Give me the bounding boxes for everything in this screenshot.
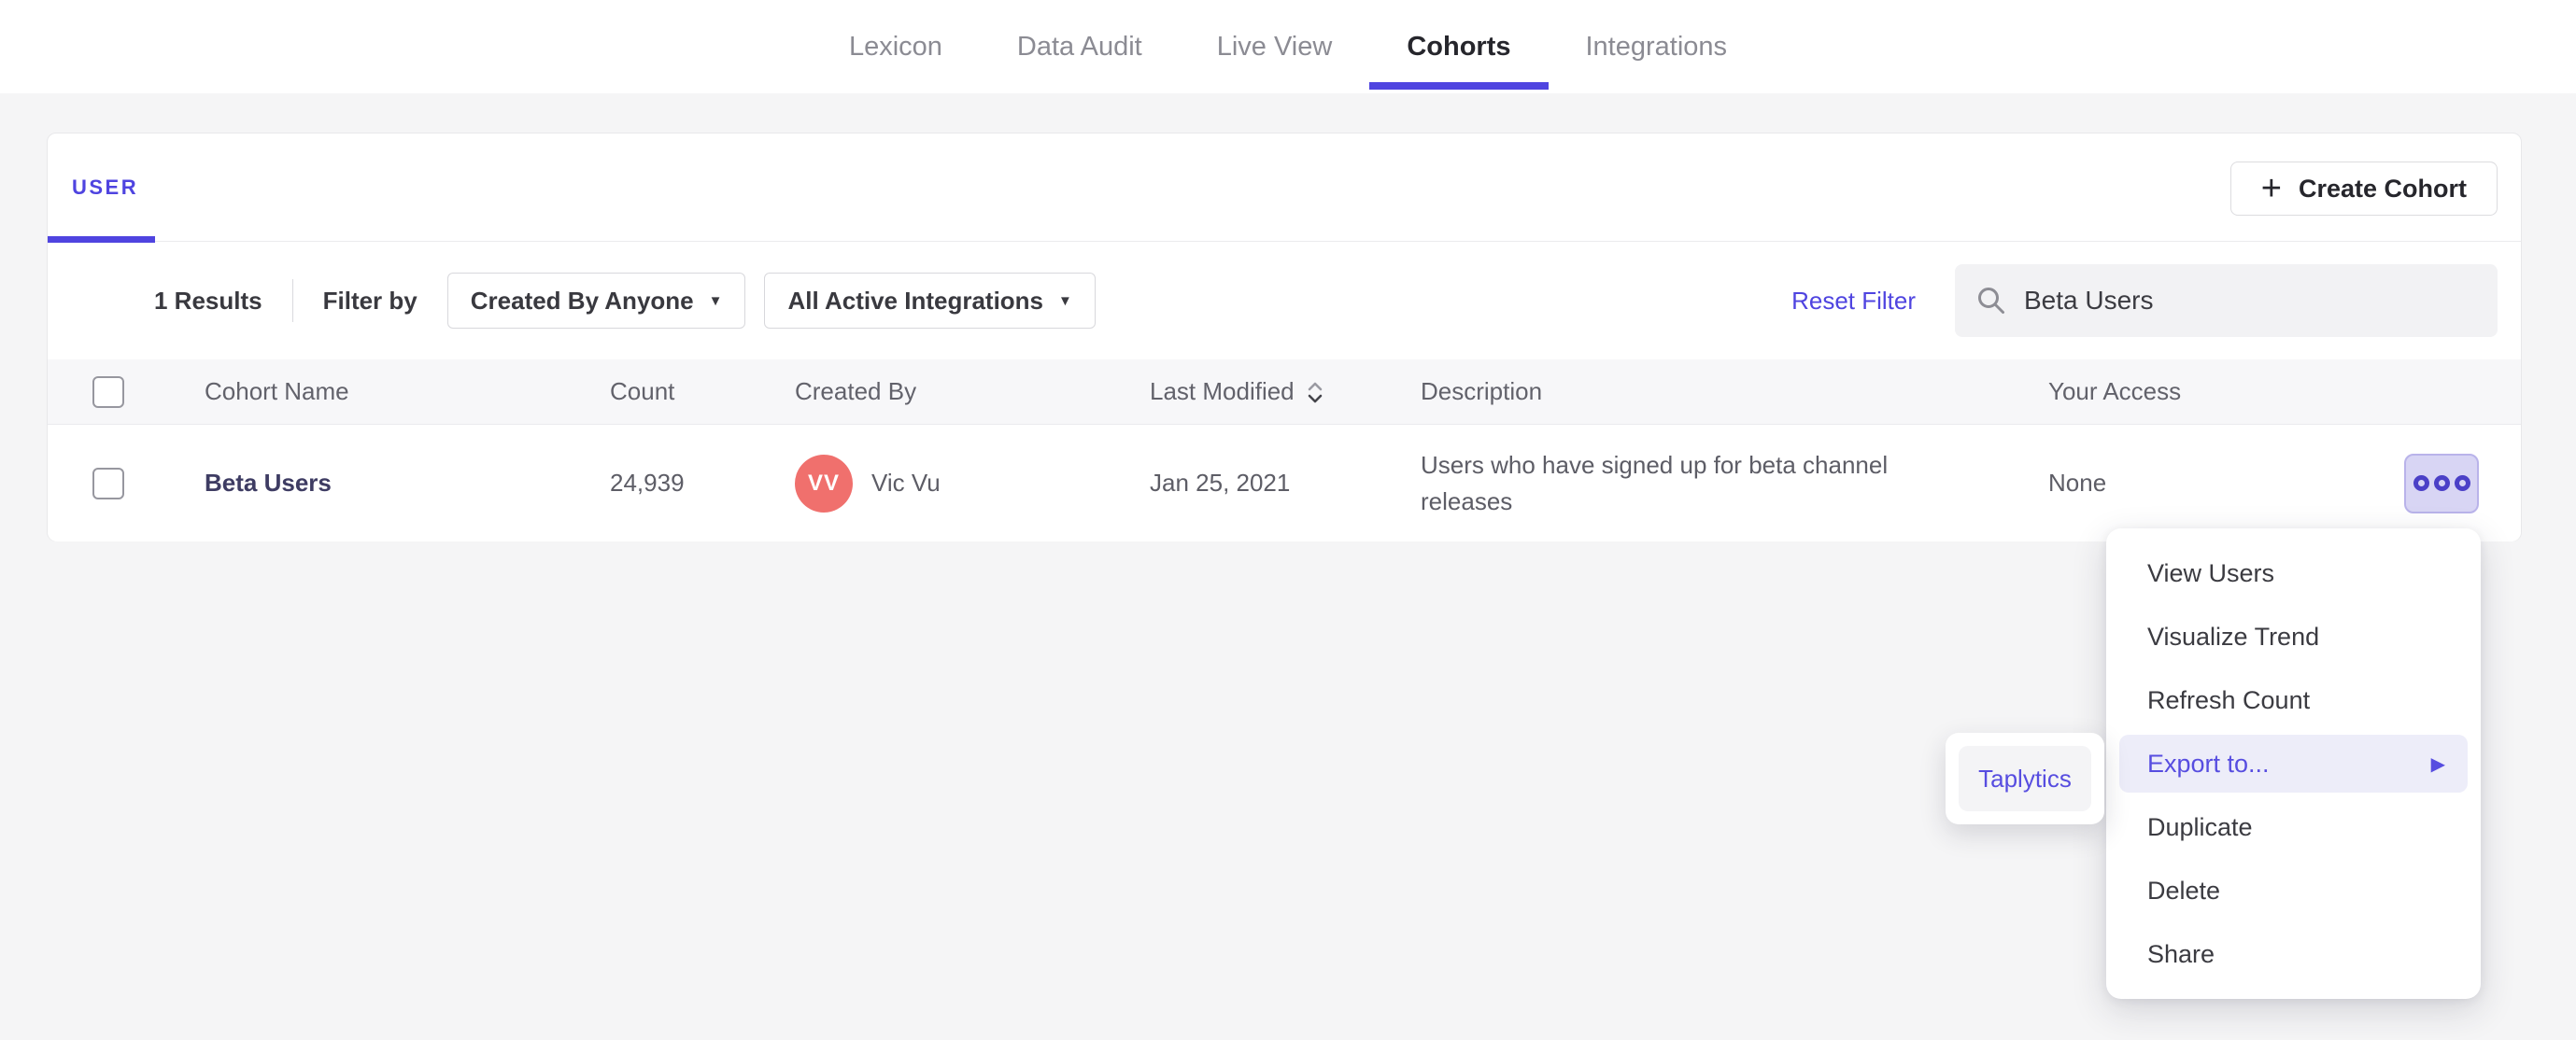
table-row: Beta Users 24,939 VV Vic Vu Jan 25, 2021… <box>48 425 2521 541</box>
ellipsis-icon <box>2454 475 2470 491</box>
submenu-arrow-icon: ▶ <box>2430 753 2445 775</box>
menu-item-export-to[interactable]: Export to... ▶ <box>2119 735 2468 793</box>
submenu-item-taplytics[interactable]: Taplytics <box>1959 746 2091 811</box>
menu-item-visualize-trend[interactable]: Visualize Trend <box>2106 605 2481 668</box>
row-context-menu: View Users Visualize Trend Refresh Count… <box>2106 528 2481 999</box>
row-checkbox[interactable] <box>92 467 124 499</box>
chevron-down-icon: ▼ <box>1058 292 1072 309</box>
ellipsis-icon <box>2433 475 2450 491</box>
cohorts-card: USER + Create Cohort 1 Results Filter by… <box>47 133 2522 541</box>
table-header: Cohort Name Count Created By Last Modifi… <box>48 359 2521 425</box>
cohorts-page: Lexicon Data Audit Live View Cohorts Int… <box>0 0 2576 1040</box>
created-by-dropdown-label: Created By Anyone <box>470 286 694 315</box>
ellipsis-icon <box>2413 475 2429 491</box>
export-submenu: Taplytics <box>1946 733 2104 824</box>
create-cohort-label: Create Cohort <box>2298 174 2467 203</box>
plus-icon: + <box>2260 168 2282 208</box>
menu-item-duplicate[interactable]: Duplicate <box>2106 795 2481 859</box>
integrations-dropdown-label: All Active Integrations <box>787 286 1044 315</box>
divider <box>291 279 293 322</box>
integrations-dropdown[interactable]: All Active Integrations ▼ <box>764 273 1096 329</box>
reset-filter-link[interactable]: Reset Filter <box>1791 287 1916 316</box>
last-modified-cell: Jan 25, 2021 <box>1150 469 1291 497</box>
menu-item-refresh-count[interactable]: Refresh Count <box>2106 668 2481 732</box>
filter-bar: 1 Results Filter by Created By Anyone ▼ … <box>48 242 2521 359</box>
top-nav: Lexicon Data Audit Live View Cohorts Int… <box>0 0 2576 93</box>
description-cell: Users who have signed up for beta channe… <box>1421 450 1889 515</box>
created-by-dropdown[interactable]: Created By Anyone ▼ <box>446 273 746 329</box>
menu-item-delete[interactable]: Delete <box>2106 859 2481 922</box>
row-actions-button[interactable] <box>2404 453 2479 513</box>
header-last-modified-label: Last Modified <box>1150 377 1295 405</box>
header-created-by: Created By <box>795 377 917 405</box>
header-your-access: Your Access <box>2048 377 2182 405</box>
search-input[interactable]: Beta Users <box>1955 264 2498 337</box>
create-cohort-button[interactable]: + Create Cohort <box>2229 162 2498 216</box>
header-cohort-name: Cohort Name <box>205 377 349 405</box>
header-last-modified[interactable]: Last Modified <box>1094 377 1374 406</box>
created-by-name: Vic Vu <box>871 469 941 497</box>
results-count: 1 Results <box>154 286 262 315</box>
nav-tab-integrations[interactable]: Integrations <box>1549 0 1765 93</box>
header-description: Description <box>1421 377 1543 405</box>
cohort-count: 24,939 <box>610 469 685 497</box>
active-tab-underline <box>1369 82 1549 90</box>
menu-item-export-to-label: Export to... <box>2147 749 2270 778</box>
cohort-name-link[interactable]: Beta Users <box>205 469 332 497</box>
chevron-down-icon: ▼ <box>708 292 723 309</box>
avatar: VV <box>795 454 853 513</box>
nav-tab-lexicon[interactable]: Lexicon <box>812 0 980 93</box>
nav-tab-cohorts[interactable]: Cohorts <box>1369 0 1549 93</box>
header-count: Count <box>610 377 675 405</box>
created-by-cell: VV Vic Vu <box>729 454 1094 513</box>
search-icon <box>1978 288 2004 314</box>
menu-item-share[interactable]: Share <box>2106 922 2481 986</box>
nav-tab-data-audit[interactable]: Data Audit <box>980 0 1180 93</box>
your-access-cell: None <box>2048 469 2107 497</box>
card-tabs-row: USER + Create Cohort <box>48 134 2521 243</box>
menu-item-view-users[interactable]: View Users <box>2106 541 2481 605</box>
search-value: Beta Users <box>2024 286 2154 315</box>
select-all-checkbox[interactable] <box>92 375 124 408</box>
nav-tab-live-view[interactable]: Live View <box>1180 0 1370 93</box>
filter-by-label: Filter by <box>322 286 418 315</box>
nav-tab-cohorts-label: Cohorts <box>1407 31 1511 62</box>
user-tab-underline <box>48 236 155 243</box>
tab-user[interactable]: USER <box>72 176 138 200</box>
sort-icon[interactable] <box>1306 378 1324 406</box>
